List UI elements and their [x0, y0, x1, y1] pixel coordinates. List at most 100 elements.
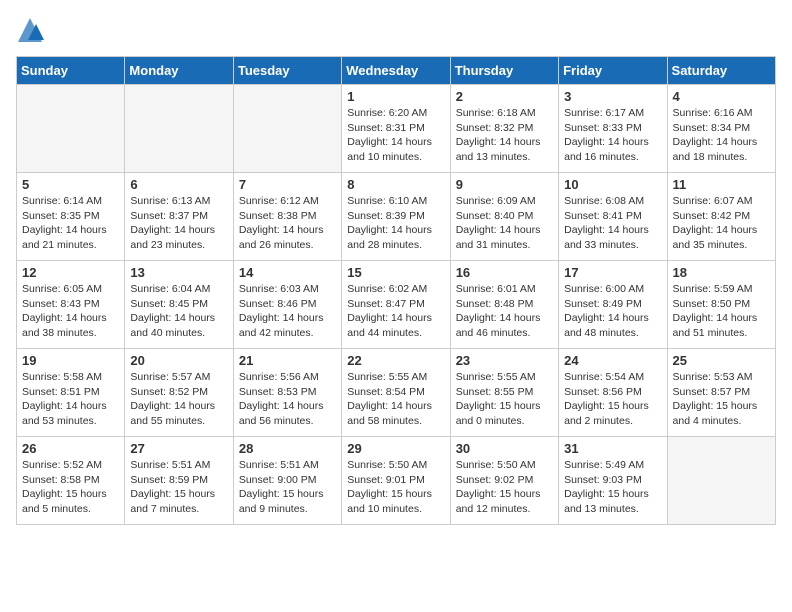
calendar-cell: 3Sunrise: 6:17 AMSunset: 8:33 PMDaylight…	[559, 85, 667, 173]
cell-line: and 21 minutes.	[22, 238, 119, 253]
cell-content: Sunrise: 6:01 AMSunset: 8:48 PMDaylight:…	[456, 282, 553, 341]
cell-line: and 7 minutes.	[130, 502, 227, 517]
cell-line: Daylight: 14 hours	[347, 135, 444, 150]
cell-line: Sunrise: 5:59 AM	[673, 282, 770, 297]
cell-line: Daylight: 15 hours	[130, 487, 227, 502]
calendar-cell: 5Sunrise: 6:14 AMSunset: 8:35 PMDaylight…	[17, 173, 125, 261]
calendar-week-row: 1 Sunrise: 6:20 AMSunset: 8:31 PMDaylight…	[17, 85, 776, 173]
cell-content: Sunrise: 5:55 AMSunset: 8:55 PMDaylight:…	[456, 370, 553, 429]
cell-line: Sunset: 9:00 PM	[239, 473, 336, 488]
cell-line: and 46 minutes.	[456, 326, 553, 341]
cell-line: Daylight: 15 hours	[456, 487, 553, 502]
cell-line: and 16 minutes.	[564, 150, 661, 165]
calendar-cell: 1 Sunrise: 6:20 AMSunset: 8:31 PMDaylight…	[342, 85, 450, 173]
cell-content: Sunrise: 5:57 AMSunset: 8:52 PMDaylight:…	[130, 370, 227, 429]
cell-content: Sunrise: 6:05 AMSunset: 8:43 PMDaylight:…	[22, 282, 119, 341]
cell-line: Sunset: 8:38 PM	[239, 209, 336, 224]
day-number: 18	[673, 265, 770, 280]
cell-content: Sunrise: 6:17 AMSunset: 8:33 PMDaylight:…	[564, 106, 661, 165]
cell-line: Daylight: 15 hours	[673, 399, 770, 414]
day-number: 2	[456, 89, 553, 104]
cell-line: Sunrise: 5:53 AM	[673, 370, 770, 385]
cell-content: Sunrise: 5:53 AMSunset: 8:57 PMDaylight:…	[673, 370, 770, 429]
cell-line: Daylight: 14 hours	[673, 223, 770, 238]
cell-line: Daylight: 15 hours	[239, 487, 336, 502]
calendar-cell: 31 Sunrise: 5:49 AMSunset: 9:03 PMDayligh…	[559, 437, 667, 525]
calendar-cell: 19Sunrise: 5:58 AMSunset: 8:51 PMDayligh…	[17, 349, 125, 437]
cell-line: and 0 minutes.	[456, 414, 553, 429]
cell-content: Sunrise: 6:13 AMSunset: 8:37 PMDaylight:…	[130, 194, 227, 253]
cell-line: and 5 minutes.	[22, 502, 119, 517]
calendar-cell: 28Sunrise: 5:51 AMSunset: 9:00 PMDayligh…	[233, 437, 341, 525]
cell-line: Sunrise: 6:05 AM	[22, 282, 119, 297]
cell-content: Sunrise: 6:14 AMSunset: 8:35 PMDaylight:…	[22, 194, 119, 253]
day-number: 24	[564, 353, 661, 368]
cell-content: Sunrise: 6:02 AMSunset: 8:47 PMDaylight:…	[347, 282, 444, 341]
cell-line: Sunrise: 6:14 AM	[22, 194, 119, 209]
cell-line: and 28 minutes.	[347, 238, 444, 253]
calendar-header-row: SundayMondayTuesdayWednesdayThursdayFrid…	[17, 57, 776, 85]
cell-content: Sunrise: 6:00 AMSunset: 8:49 PMDaylight:…	[564, 282, 661, 341]
cell-line: and 40 minutes.	[130, 326, 227, 341]
day-header-monday: Monday	[125, 57, 233, 85]
cell-line: and 58 minutes.	[347, 414, 444, 429]
calendar-cell	[233, 85, 341, 173]
cell-line: Sunrise: 6:16 AM	[673, 106, 770, 121]
calendar-cell: 4Sunrise: 6:16 AMSunset: 8:34 PMDaylight…	[667, 85, 775, 173]
calendar-cell	[125, 85, 233, 173]
cell-line: Sunrise: 6:10 AM	[347, 194, 444, 209]
cell-line: and 18 minutes.	[673, 150, 770, 165]
calendar-cell: 20Sunrise: 5:57 AMSunset: 8:52 PMDayligh…	[125, 349, 233, 437]
day-number: 1	[347, 89, 444, 104]
cell-line: Sunrise: 6:03 AM	[239, 282, 336, 297]
cell-line: Sunrise: 6:13 AM	[130, 194, 227, 209]
day-number: 31	[564, 441, 661, 456]
cell-line: Daylight: 14 hours	[22, 399, 119, 414]
calendar-cell: 30Sunrise: 5:50 AMSunset: 9:02 PMDayligh…	[450, 437, 558, 525]
cell-line: Sunset: 8:47 PM	[347, 297, 444, 312]
cell-line: Daylight: 15 hours	[456, 399, 553, 414]
day-number: 30	[456, 441, 553, 456]
cell-content: Sunrise: 5:59 AMSunset: 8:50 PMDaylight:…	[673, 282, 770, 341]
cell-line: Daylight: 14 hours	[22, 223, 119, 238]
cell-content: Sunrise: 5:49 AMSunset: 9:03 PMDaylight:…	[564, 458, 661, 517]
day-number: 25	[673, 353, 770, 368]
cell-line: Sunset: 8:34 PM	[673, 121, 770, 136]
cell-line: Sunset: 9:03 PM	[564, 473, 661, 488]
cell-line: Sunset: 8:49 PM	[564, 297, 661, 312]
cell-line: Sunrise: 6:09 AM	[456, 194, 553, 209]
calendar-cell: 6Sunrise: 6:13 AMSunset: 8:37 PMDaylight…	[125, 173, 233, 261]
day-number: 7	[239, 177, 336, 192]
day-number: 21	[239, 353, 336, 368]
day-header-thursday: Thursday	[450, 57, 558, 85]
cell-line: Daylight: 15 hours	[22, 487, 119, 502]
cell-line: Sunset: 8:46 PM	[239, 297, 336, 312]
cell-line: and 26 minutes.	[239, 238, 336, 253]
cell-line: Sunset: 8:37 PM	[130, 209, 227, 224]
cell-content: Sunrise: 6:03 AMSunset: 8:46 PMDaylight:…	[239, 282, 336, 341]
day-number: 28	[239, 441, 336, 456]
cell-line: Sunset: 8:55 PM	[456, 385, 553, 400]
cell-content: Sunrise: 6:16 AMSunset: 8:34 PMDaylight:…	[673, 106, 770, 165]
cell-line: Sunrise: 6:12 AM	[239, 194, 336, 209]
cell-line: Daylight: 14 hours	[22, 311, 119, 326]
cell-content: Sunrise: 6:20 AMSunset: 8:31 PMDaylight:…	[347, 106, 444, 165]
cell-content: Sunrise: 5:52 AMSunset: 8:58 PMDaylight:…	[22, 458, 119, 517]
cell-line: Sunrise: 5:58 AM	[22, 370, 119, 385]
calendar-cell: 8Sunrise: 6:10 AMSunset: 8:39 PMDaylight…	[342, 173, 450, 261]
cell-line: and 2 minutes.	[564, 414, 661, 429]
cell-line: Sunset: 8:43 PM	[22, 297, 119, 312]
day-number: 13	[130, 265, 227, 280]
cell-line: Daylight: 14 hours	[347, 223, 444, 238]
calendar-cell: 12Sunrise: 6:05 AMSunset: 8:43 PMDayligh…	[17, 261, 125, 349]
calendar-cell: 7Sunrise: 6:12 AMSunset: 8:38 PMDaylight…	[233, 173, 341, 261]
cell-line: Sunrise: 6:20 AM	[347, 106, 444, 121]
cell-line: Sunset: 8:57 PM	[673, 385, 770, 400]
cell-line: Daylight: 15 hours	[564, 487, 661, 502]
cell-line: Sunset: 8:56 PM	[564, 385, 661, 400]
cell-line: Sunrise: 5:56 AM	[239, 370, 336, 385]
cell-line: and 35 minutes.	[673, 238, 770, 253]
calendar-cell: 11Sunrise: 6:07 AMSunset: 8:42 PMDayligh…	[667, 173, 775, 261]
cell-line: Sunset: 8:41 PM	[564, 209, 661, 224]
cell-line: and 51 minutes.	[673, 326, 770, 341]
